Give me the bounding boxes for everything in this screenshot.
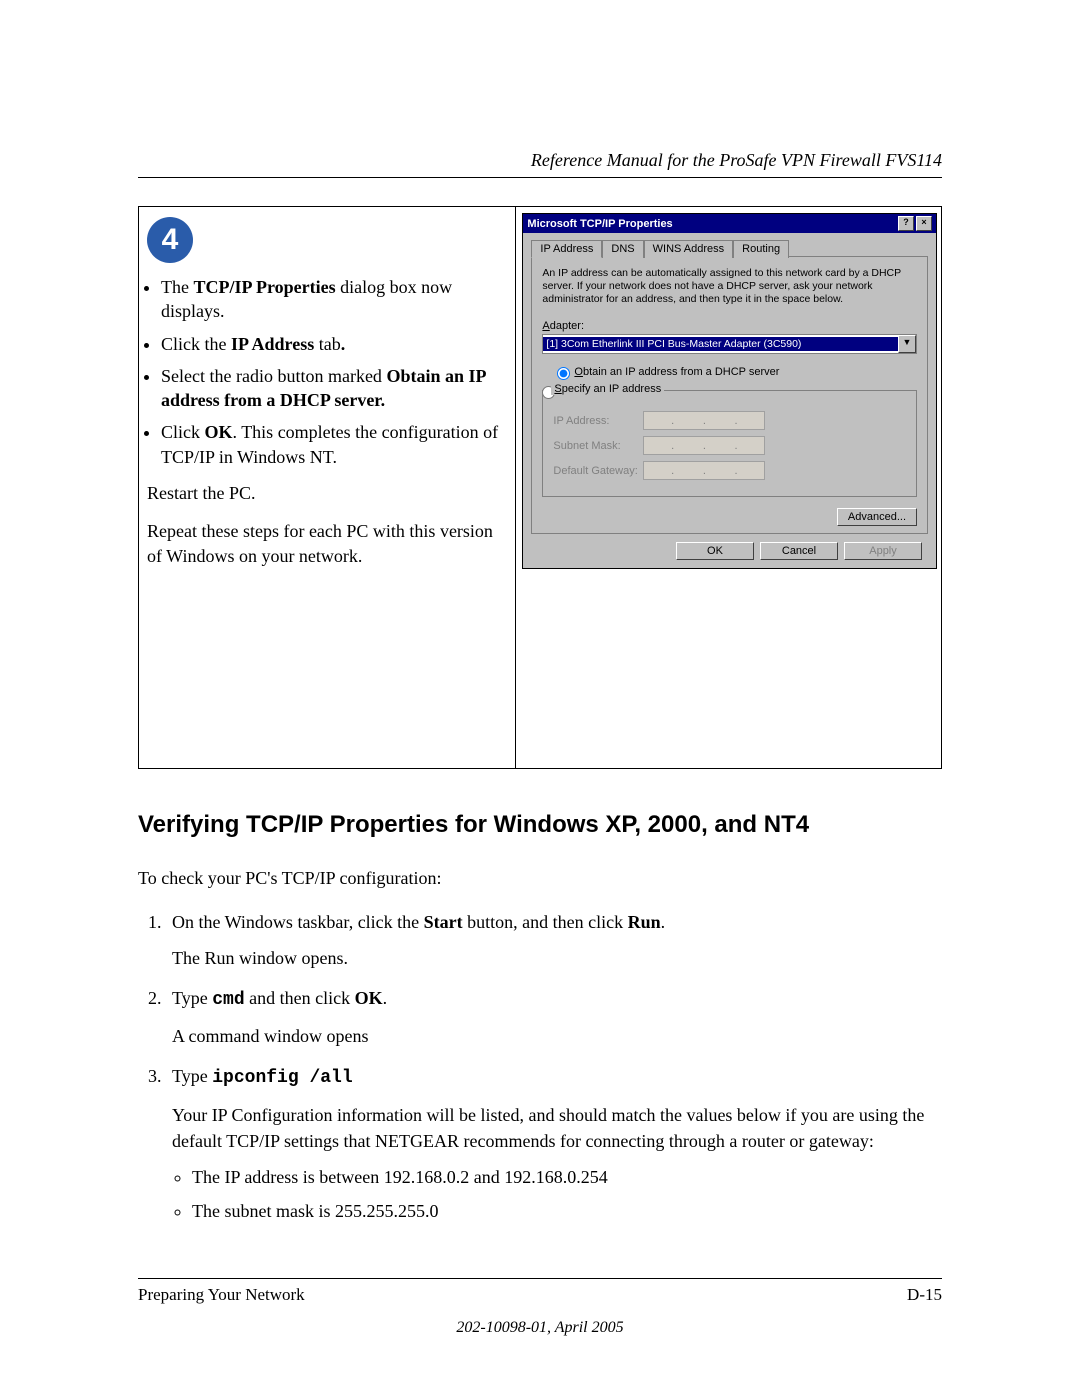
gateway-row: Default Gateway: ... xyxy=(553,461,906,480)
running-header: Reference Manual for the ProSafe VPN Fir… xyxy=(138,150,942,171)
step-3-sub2: The subnet mask is 255.255.255.0 xyxy=(192,1198,942,1224)
tab-ip-address[interactable]: IP Address xyxy=(531,240,602,258)
footer-right: D-15 xyxy=(907,1285,942,1305)
ok-button[interactable]: OK xyxy=(676,542,754,560)
tab-routing[interactable]: Routing xyxy=(733,240,789,258)
gateway-label: Default Gateway: xyxy=(553,465,643,477)
footer-rule xyxy=(138,1278,942,1279)
subnet-label: Subnet Mask: xyxy=(553,440,643,452)
step-table: 4 The TCP/IP Properties dialog box now d… xyxy=(138,206,942,769)
tab-wins[interactable]: WINS Address xyxy=(644,240,734,258)
step-bullet-3: Select the radio button marked Obtain an… xyxy=(161,364,507,413)
dialog-footer: OK Cancel Apply xyxy=(531,534,928,560)
tab-dns[interactable]: DNS xyxy=(602,240,643,258)
ip-address-input[interactable]: ... xyxy=(643,411,765,430)
footer-left: Preparing Your Network xyxy=(138,1285,305,1305)
ip-address-label: IP Address: xyxy=(553,415,643,427)
specify-label: Specify an IP address xyxy=(551,383,664,395)
help-icon[interactable]: ? xyxy=(898,216,914,231)
step-3-sublist: The IP address is between 192.168.0.2 an… xyxy=(172,1164,942,1224)
advanced-button[interactable]: Advanced... xyxy=(837,508,917,526)
subnet-input[interactable]: ... xyxy=(643,436,765,455)
footer-row: Preparing Your Network D-15 xyxy=(138,1285,942,1305)
adapter-dropdown[interactable]: [1] 3Com Etherlink III PCI Bus-Master Ad… xyxy=(542,334,917,354)
dialog-description: An IP address can be automatically assig… xyxy=(542,267,917,306)
step-number-badge: 4 xyxy=(147,217,193,263)
tab-bar: IP Address DNS WINS Address Routing xyxy=(531,239,928,257)
page-footer: Preparing Your Network D-15 202-10098-01… xyxy=(138,1278,942,1337)
chevron-down-icon[interactable]: ▼ xyxy=(898,335,916,353)
step-bullets: The TCP/IP Properties dialog box now dis… xyxy=(147,275,507,469)
repeat-text: Repeat these steps for each PC with this… xyxy=(147,519,507,568)
dialog-body: IP Address DNS WINS Address Routing An I… xyxy=(523,233,936,568)
section-heading: Verifying TCP/IP Properties for Windows … xyxy=(138,811,942,839)
adapter-selected: [1] 3Com Etherlink III PCI Bus-Master Ad… xyxy=(543,337,898,351)
cancel-button[interactable]: Cancel xyxy=(760,542,838,560)
step-text-cell: 4 The TCP/IP Properties dialog box now d… xyxy=(139,207,516,769)
step-1: On the Windows taskbar, click the Start … xyxy=(166,909,942,971)
step-2-line2: A command window opens xyxy=(172,1023,942,1049)
dialog-titlebar: Microsoft TCP/IP Properties ? × xyxy=(523,214,936,233)
step-3-para: Your IP Configuration information will b… xyxy=(172,1102,942,1154)
step-bullet-4: Click OK. This completes the configurati… xyxy=(161,420,507,469)
ip-address-row: IP Address: ... xyxy=(553,411,906,430)
steps-list: On the Windows taskbar, click the Start … xyxy=(138,909,942,1224)
step-3-sub1: The IP address is between 192.168.0.2 an… xyxy=(192,1164,942,1190)
specify-groupbox: Specify an IP address IP Address: ... Su… xyxy=(542,390,917,497)
footer-date: 202-10098-01, April 2005 xyxy=(138,1319,942,1337)
apply-button[interactable]: Apply xyxy=(844,542,922,560)
tab-panel: An IP address can be automatically assig… xyxy=(531,256,928,534)
step-bullet-1: The TCP/IP Properties dialog box now dis… xyxy=(161,275,507,324)
radio-obtain-row[interactable]: Obtain an IP address from a DHCP server xyxy=(552,364,917,380)
step-2: Type cmd and then click OK. A command wi… xyxy=(166,985,942,1049)
step-bullet-2: Click the IP Address tab. xyxy=(161,332,507,356)
close-icon[interactable]: × xyxy=(916,216,932,231)
advanced-row: Advanced... xyxy=(542,511,917,523)
radio-obtain[interactable] xyxy=(557,367,570,380)
screenshot-cell: Microsoft TCP/IP Properties ? × IP Addre… xyxy=(516,207,942,769)
step-1-line2: The Run window opens. xyxy=(172,945,942,971)
tcpip-properties-dialog: Microsoft TCP/IP Properties ? × IP Addre… xyxy=(522,213,937,569)
subnet-row: Subnet Mask: ... xyxy=(553,436,906,455)
adapter-label: Adapter: xyxy=(542,320,917,332)
header-rule xyxy=(138,177,942,178)
intro-text: To check your PC's TCP/IP configuration: xyxy=(138,865,942,891)
gateway-input[interactable]: ... xyxy=(643,461,765,480)
restart-text: Restart the PC. xyxy=(147,481,507,505)
step-3: Type ipconfig /all Your IP Configuration… xyxy=(166,1063,942,1223)
dialog-title: Microsoft TCP/IP Properties xyxy=(527,218,896,230)
document-page: Reference Manual for the ProSafe VPN Fir… xyxy=(0,0,1080,1397)
